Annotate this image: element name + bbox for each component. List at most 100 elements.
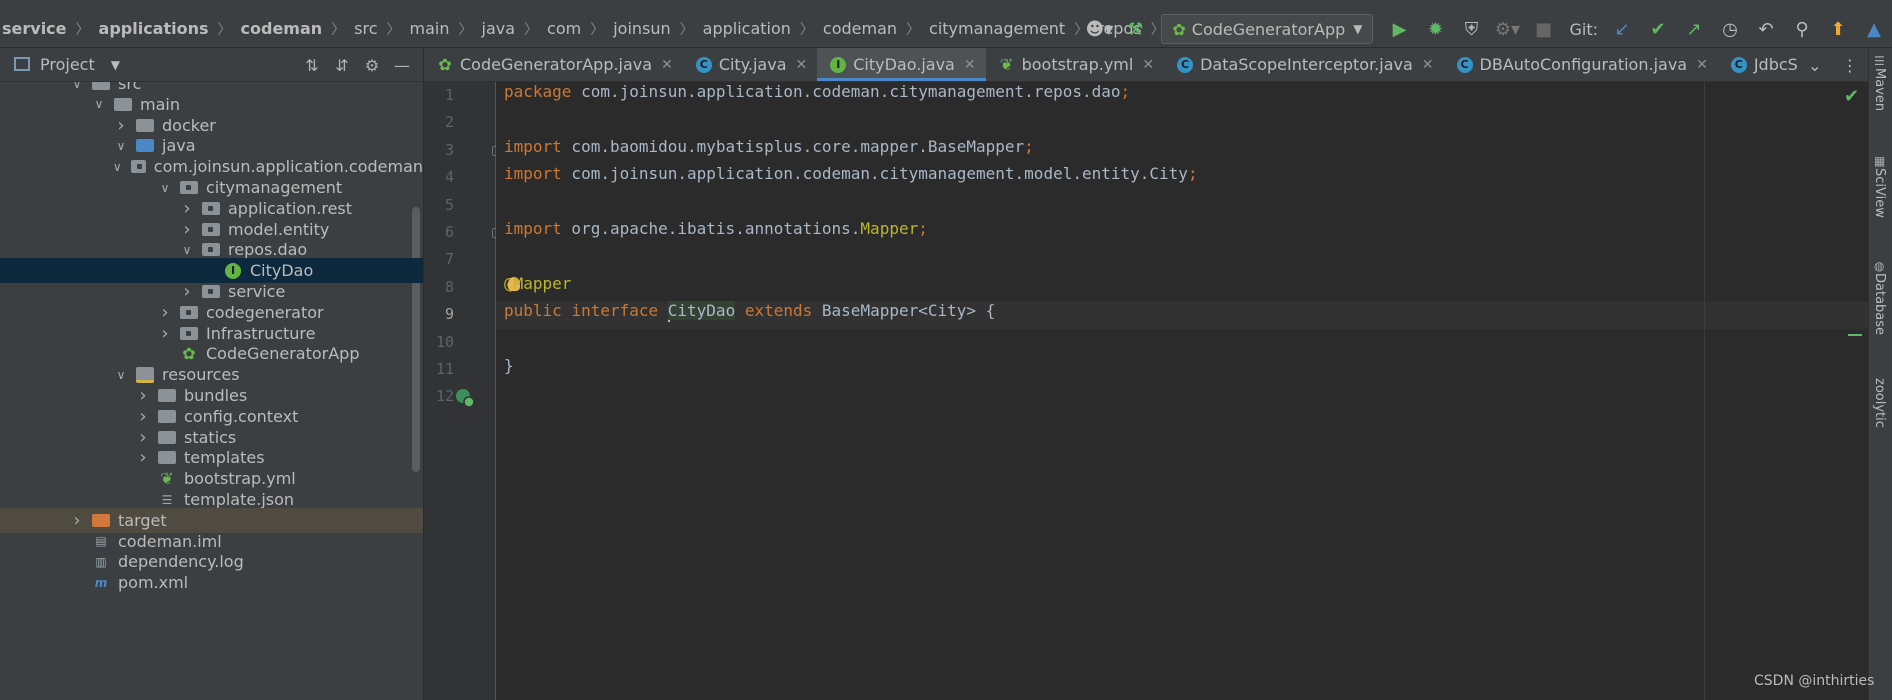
breadcrumb-item[interactable]: codeman <box>823 19 897 38</box>
collapse-all-icon[interactable]: ⇵ <box>327 56 357 75</box>
right-margin-guide <box>1704 82 1705 700</box>
implemented-interface-icon[interactable] <box>454 387 476 409</box>
close-icon[interactable]: ✕ <box>1696 57 1708 73</box>
close-icon[interactable]: ✕ <box>964 57 976 73</box>
title-strip <box>0 0 1892 10</box>
tab-dbautoconfiguration-java[interactable]: C DBAutoConfiguration.java ✕ <box>1444 48 1718 81</box>
breadcrumb-item[interactable]: citymanagement <box>929 19 1065 38</box>
breadcrumb-item[interactable]: service <box>2 19 67 38</box>
package-icon <box>180 181 198 194</box>
code-line[interactable]: public interface CityDao extends BaseMap… <box>504 297 995 324</box>
tool-window-database[interactable]: Database <box>1872 273 1887 335</box>
tool-window-zoolytic[interactable]: zoolytic <box>1872 378 1887 428</box>
build-hammer-icon[interactable]: ⚒ <box>1121 15 1149 43</box>
close-icon[interactable]: ✕ <box>1422 57 1434 73</box>
code-token: Mapper <box>860 219 919 238</box>
tree-item-label: service <box>228 282 286 301</box>
watermark: CSDN @inthirties <box>1754 673 1875 689</box>
tab-city-java[interactable]: C City.java ✕ <box>683 48 817 81</box>
chevron-down-icon[interactable]: ∨ <box>158 181 172 195</box>
folder-icon <box>158 409 176 423</box>
project-tree[interactable]: ∨ src ∨ main › docker ∨ java ∨ com.joinsun.applic… <box>0 82 423 700</box>
chevron-down-icon[interactable]: ∨ <box>114 368 128 382</box>
breadcrumb-item[interactable]: codeman <box>241 19 323 38</box>
tree-item[interactable]: m pom.xml <box>0 570 423 595</box>
git-push-icon[interactable]: ↗ <box>1680 15 1708 43</box>
tree-item-label: application.rest <box>228 198 353 218</box>
breadcrumb-item[interactable]: application <box>703 19 791 38</box>
code-line[interactable]: import com.joinsun.application.codeman.c… <box>504 160 1198 187</box>
tab-citydao-java[interactable]: I CityDao.java ✕ <box>817 48 986 81</box>
chevron-right-icon: 〉 <box>679 21 694 38</box>
breadcrumb-item[interactable]: main <box>410 19 450 38</box>
tool-window-sciview[interactable]: SciView <box>1872 168 1887 218</box>
chevron-down-icon[interactable]: ∨ <box>112 160 123 174</box>
project-panel-title[interactable]: Project <box>40 55 95 74</box>
code-line[interactable]: import org.apache.ibatis.annotations.Map… <box>504 215 928 242</box>
coverage-icon[interactable]: ⛨ <box>1457 15 1485 43</box>
debug-icon[interactable]: ✹ <box>1421 15 1449 43</box>
close-icon[interactable]: ✕ <box>796 57 808 73</box>
folder-icon <box>136 139 154 153</box>
close-icon[interactable]: ✕ <box>1142 57 1154 73</box>
line-number: 4 <box>444 168 454 187</box>
yml-icon: ❦ <box>160 469 174 489</box>
breadcrumb-item[interactable]: src <box>354 19 377 38</box>
ide-update-icon[interactable]: ⬆ <box>1824 15 1852 43</box>
expand-all-icon[interactable]: ⇅ <box>297 56 327 75</box>
chevron-down-icon[interactable]: ⌄ <box>1808 56 1821 75</box>
code-line[interactable]: } <box>504 352 514 379</box>
code-token: ; <box>1024 136 1034 156</box>
code-token: } <box>504 356 514 375</box>
chevron-down-icon[interactable]: ∨ <box>92 97 106 111</box>
user-icon[interactable]: ☻▾ <box>1085 15 1113 43</box>
tree-item-label: citymanagement <box>206 178 343 197</box>
package-icon <box>202 243 220 257</box>
history-icon[interactable]: ◷ <box>1716 15 1744 43</box>
class-icon: C <box>1176 56 1194 74</box>
close-icon[interactable]: ✕ <box>661 57 673 73</box>
project-panel-header: Project ▼ ⇅ ⇵ ⚙ — <box>0 48 423 82</box>
breadcrumb-item[interactable]: joinsun <box>613 19 670 38</box>
rollback-icon[interactable]: ↶ <box>1752 15 1780 43</box>
folder-icon <box>158 389 176 402</box>
hide-panel-icon[interactable]: — <box>387 56 417 75</box>
tab-bootstrap-yml[interactable]: ❦ bootstrap.yml ✕ <box>986 48 1164 81</box>
code-editor[interactable]: ✔ package com.joinsun.application.codema… <box>496 82 1868 700</box>
code-token: import <box>504 219 562 238</box>
git-update-icon[interactable]: ↙ <box>1608 15 1636 43</box>
tree-item-label: templates <box>184 448 265 468</box>
tree-item-label: config.context <box>184 406 299 426</box>
tree-item-label: codegenerator <box>206 302 324 322</box>
search-icon[interactable]: ⚲ <box>1788 15 1816 43</box>
tree-item-label: CodeGeneratorApp <box>206 344 360 364</box>
breadcrumb-item[interactable]: com <box>547 19 581 38</box>
project-view-icon <box>14 57 30 71</box>
chevron-down-icon[interactable]: ▼ <box>111 58 120 72</box>
code-line[interactable]: package com.joinsun.application.codeman.… <box>504 82 1130 105</box>
maven-icon: m <box>94 575 108 590</box>
run-configuration-select[interactable]: ✿ CodeGeneratorApp ▼ <box>1161 14 1374 44</box>
tool-window-maven[interactable]: Maven <box>1872 68 1887 111</box>
tree-item-label: bootstrap.yml <box>184 469 296 489</box>
code-token: import <box>504 136 562 156</box>
code-token: Mapper <box>513 273 572 293</box>
tab-codegeneratorapp-java[interactable]: ✿ CodeGeneratorApp.java ✕ <box>424 48 683 81</box>
breadcrumb-item[interactable]: applications <box>99 19 209 38</box>
code-line[interactable]: @Mapper <box>504 270 571 297</box>
chevron-down-icon[interactable]: ∨ <box>70 82 84 91</box>
profile-icon[interactable]: ⚙▾ <box>1493 15 1521 43</box>
code-token: ; <box>918 219 928 238</box>
gear-icon[interactable]: ⚙ <box>357 56 387 75</box>
git-commit-icon[interactable]: ✔ <box>1644 15 1672 43</box>
chevron-down-icon[interactable]: ∨ <box>180 243 194 257</box>
tab-datascopeinterceptor-java[interactable]: C DataScopeInterceptor.java ✕ <box>1164 48 1443 81</box>
run-icon[interactable]: ▶ <box>1385 15 1413 43</box>
breadcrumb-item[interactable]: java <box>482 19 516 38</box>
more-options-icon[interactable]: ⋮ <box>1842 56 1858 75</box>
code-line[interactable]: import com.baomidou.mybatisplus.core.map… <box>504 133 1034 160</box>
no-problems-check-icon[interactable]: ✔ <box>1844 86 1859 107</box>
plugin-logo-icon[interactable]: ▲ <box>1860 15 1888 43</box>
chevron-down-icon[interactable]: ∨ <box>114 139 128 153</box>
stop-icon[interactable]: ■ <box>1529 15 1557 43</box>
